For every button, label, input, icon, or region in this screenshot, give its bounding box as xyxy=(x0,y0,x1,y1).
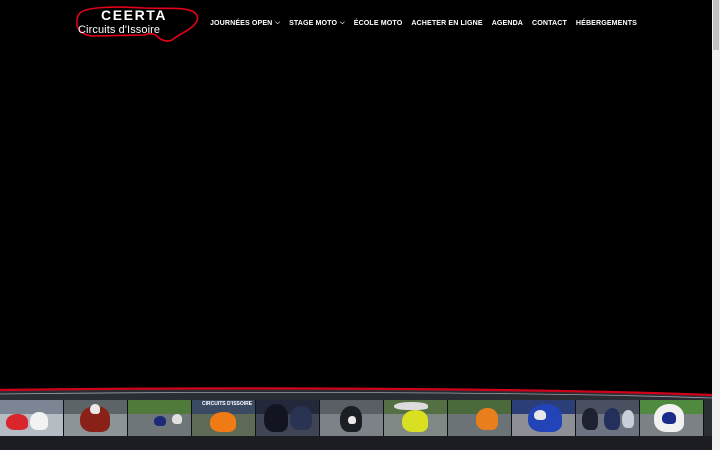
nav-label: ACHETER EN LIGNE xyxy=(411,19,483,27)
nav-label: ÉCOLE MOTO xyxy=(353,19,403,27)
nav-label: STAGE MOTO xyxy=(289,19,338,27)
nav-ecole-moto[interactable]: ÉCOLE MOTO xyxy=(354,19,403,27)
photo-gallery: CIRCUITS D'ISSOIRE xyxy=(0,400,712,436)
banner-caption: CIRCUITS D'ISSOIRE xyxy=(202,401,253,407)
race-photo xyxy=(0,400,64,436)
race-photo xyxy=(448,400,512,436)
page-scrollbar[interactable] xyxy=(712,0,720,450)
logo-subtitle: Circuits d'Issoire xyxy=(78,24,161,36)
nav-label: JOURNÉES OPEN xyxy=(210,19,273,27)
nav-hebergements[interactable]: HÉBERGEMENTS xyxy=(576,19,637,27)
race-photo xyxy=(512,400,576,436)
race-photo xyxy=(576,400,640,436)
nav-contact[interactable]: CONTACT xyxy=(532,19,567,27)
nav-label: HÉBERGEMENTS xyxy=(575,19,637,27)
race-photo xyxy=(128,400,192,436)
logo-title: CEERTA xyxy=(101,7,168,23)
race-photo xyxy=(320,400,384,436)
nav-journees-open[interactable]: JOURNÉES OPEN ⌵ xyxy=(210,19,280,27)
ceerta-logo[interactable]: CEERTA Circuits d'Issoire xyxy=(74,5,202,43)
race-photo xyxy=(640,400,704,436)
nav-label: AGENDA xyxy=(491,19,524,27)
race-photo xyxy=(64,400,128,436)
main-nav: JOURNÉES OPEN ⌵ STAGE MOTO ⌵ ÉCOLE MOTO … xyxy=(210,19,637,27)
photo-strip: CIRCUITS D'ISSOIRE xyxy=(0,385,712,450)
nav-label: CONTACT xyxy=(532,19,567,27)
race-photo xyxy=(384,400,448,436)
nav-stage-moto[interactable]: STAGE MOTO ⌵ xyxy=(289,19,345,27)
nav-agenda[interactable]: AGENDA xyxy=(492,19,523,27)
scrollbar-thumb[interactable] xyxy=(713,0,719,50)
chevron-down-icon: ⌵ xyxy=(340,20,345,26)
strip-footer xyxy=(0,436,712,450)
race-photo xyxy=(256,400,320,436)
red-swoosh-decoration xyxy=(0,385,712,401)
chevron-down-icon: ⌵ xyxy=(275,20,281,26)
site-header: CEERTA Circuits d'Issoire JOURNÉES OPEN … xyxy=(0,0,712,50)
nav-acheter-en-ligne[interactable]: ACHETER EN LIGNE xyxy=(411,19,482,27)
race-photo: CIRCUITS D'ISSOIRE xyxy=(192,400,256,436)
